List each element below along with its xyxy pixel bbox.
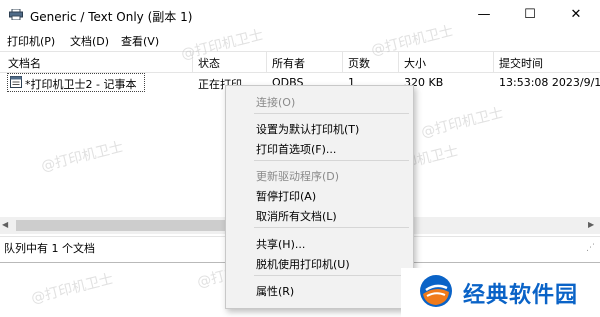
window-title: Generic / Text Only (副本 1) [30,10,193,24]
document-icon [10,76,22,88]
brand-logo: 经典软件园 [401,268,600,317]
queue-status: 队列中有 1 个文档 [4,242,95,255]
scroll-right-icon[interactable]: ▶ [588,220,594,229]
watermark: @打印机卫士 [39,139,125,175]
menu-cancel-all[interactable]: 取消所有文档(L) [256,208,337,224]
column-divider[interactable] [398,52,399,72]
column-pages[interactable]: 页数 [348,55,370,71]
column-status[interactable]: 状态 [198,55,220,71]
menu-document[interactable]: 文档(D) [70,33,109,49]
column-doc-name[interactable]: 文档名 [8,55,41,71]
menu-pause[interactable]: 暂停打印(A) [256,188,316,204]
brand-logo-icon [420,275,452,307]
menu-update-driver[interactable]: 更新驱动程序(D) [256,168,339,184]
scroll-left-icon[interactable]: ◀ [2,220,8,229]
column-header: 文档名 状态 所有者 页数 大小 提交时间 [0,51,600,73]
column-divider[interactable] [266,52,267,72]
column-divider[interactable] [192,52,193,72]
brand-name: 经典软件园 [463,283,579,308]
column-divider[interactable] [342,52,343,72]
context-menu: 连接(O) 设置为默认打印机(T) 打印首选项(F)... 更新驱动程序(D) … [225,85,414,309]
menu-separator [254,275,409,276]
menu-preferences[interactable]: 打印首选项(F)... [256,141,336,157]
menu-connect[interactable]: 连接(O) [256,94,295,110]
menu-bar: 打印机(P) 文档(D) 查看(V) [0,30,600,50]
menu-separator [254,113,409,114]
watermark: @打印机卫士 [29,271,115,307]
menu-view[interactable]: 查看(V) [121,33,159,49]
printer-icon [9,9,23,20]
maximize-icon[interactable]: ☐ [507,0,553,30]
menu-separator [254,160,409,161]
resize-grip-icon[interactable]: ⋰ [586,243,595,253]
title-bar[interactable]: Generic / Text Only (副本 1) — ☐ ✕ [0,0,600,30]
menu-separator [254,227,409,228]
close-icon[interactable]: ✕ [553,0,599,30]
column-divider[interactable] [493,52,494,72]
menu-offline[interactable]: 脱机使用打印机(U) [256,256,350,272]
menu-share[interactable]: 共享(H)... [256,236,305,252]
column-submitted[interactable]: 提交时间 [499,55,543,71]
column-size[interactable]: 大小 [404,55,426,71]
document-name-cell[interactable]: *打印机卫士2 - 记事本 [7,73,145,92]
menu-set-default[interactable]: 设置为默认打印机(T) [256,121,359,137]
minimize-icon[interactable]: — [461,0,507,30]
menu-properties[interactable]: 属性(R) [256,283,294,299]
document-name: *打印机卫士2 - 记事本 [25,78,137,91]
watermark: @打印机卫士 [419,105,505,141]
column-owner[interactable]: 所有者 [272,55,305,71]
document-submitted: 13:53:08 2023/9/1 [499,76,600,89]
menu-printer[interactable]: 打印机(P) [7,33,55,49]
